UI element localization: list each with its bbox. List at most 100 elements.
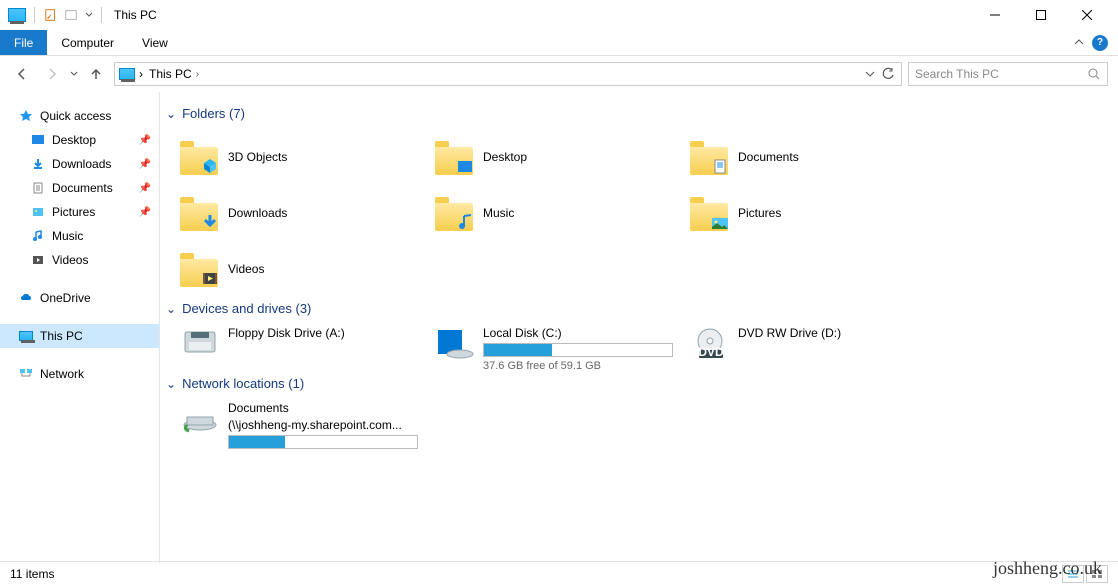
sidebar-item-label: Desktop: [52, 133, 96, 147]
drive-label: Floppy Disk Drive (A:): [228, 326, 345, 340]
up-button[interactable]: [84, 62, 108, 86]
network-location-documents[interactable]: Documents (\\joshheng-my.sharepoint.com.…: [166, 399, 421, 449]
folder-label: Desktop: [483, 150, 527, 164]
forward-button[interactable]: [40, 62, 64, 86]
maximize-button[interactable]: [1018, 0, 1064, 30]
sidebar-onedrive[interactable]: OneDrive: [0, 286, 159, 310]
folder-desktop[interactable]: Desktop: [421, 129, 676, 185]
sidebar-thispc[interactable]: This PC: [0, 324, 159, 348]
chevron-right-icon[interactable]: ›: [139, 67, 143, 81]
qat-dropdown-icon[interactable]: [85, 11, 93, 19]
folder-label: Music: [483, 206, 514, 220]
item-count-label: 11 items: [10, 567, 54, 581]
sidebar-item-label: Quick access: [40, 109, 111, 123]
drive-label: DVD RW Drive (D:): [738, 326, 841, 340]
sidebar-item-downloads[interactable]: Downloads 📌: [0, 152, 159, 176]
new-folder-icon[interactable]: [63, 7, 79, 23]
desktop-icon: [30, 132, 46, 148]
folder-icon: [435, 139, 475, 175]
drive-label: Local Disk (C:): [483, 326, 673, 340]
folder-icon: [180, 139, 220, 175]
documents-icon: [30, 180, 46, 196]
pc-icon: [119, 68, 135, 80]
address-bar[interactable]: › This PC›: [114, 62, 902, 86]
section-drives-header[interactable]: ⌄ Devices and drives (3): [166, 301, 1112, 316]
drive-free-label: 37.6 GB free of 59.1 GB: [483, 360, 673, 372]
drive-local-c[interactable]: Local Disk (C:) 37.6 GB free of 59.1 GB: [421, 324, 676, 372]
close-button[interactable]: [1064, 0, 1110, 30]
breadcrumb-thispc[interactable]: This PC›: [147, 67, 201, 81]
downloads-icon: [30, 156, 46, 172]
folder-icon: [690, 139, 730, 175]
sidebar-item-documents[interactable]: Documents 📌: [0, 176, 159, 200]
content-pane: ⌄ Folders (7) 3D Objects Desktop Documen…: [160, 92, 1118, 563]
help-icon[interactable]: ?: [1092, 35, 1108, 51]
pin-icon: 📌: [139, 135, 151, 146]
sidebar-quick-access[interactable]: Quick access: [0, 104, 159, 128]
tab-computer[interactable]: Computer: [47, 30, 128, 55]
sidebar-item-label: Downloads: [52, 157, 111, 171]
section-label: Devices and drives (3): [182, 301, 311, 316]
folder-3d-objects[interactable]: 3D Objects: [166, 129, 421, 185]
app-icon: [8, 8, 26, 22]
search-box[interactable]: [908, 62, 1108, 86]
drive-capacity-bar: [228, 435, 418, 449]
drive-floppy[interactable]: Floppy Disk Drive (A:): [166, 324, 421, 372]
section-folders-header[interactable]: ⌄ Folders (7): [166, 106, 1112, 121]
sidebar-network[interactable]: Network: [0, 362, 159, 386]
pictures-icon: [30, 204, 46, 220]
chevron-down-icon: ⌄: [166, 302, 176, 316]
cloud-icon: [18, 290, 34, 306]
folder-icon: [690, 195, 730, 231]
properties-icon[interactable]: [43, 7, 59, 23]
floppy-icon: [180, 326, 220, 362]
search-icon[interactable]: [1087, 67, 1101, 81]
pin-icon: 📌: [139, 183, 151, 194]
folder-documents[interactable]: Documents: [676, 129, 931, 185]
section-label: Folders (7): [182, 106, 245, 121]
music-icon: [30, 228, 46, 244]
folder-icon: [435, 195, 475, 231]
section-network-header[interactable]: ⌄ Network locations (1): [166, 376, 1112, 391]
chevron-down-icon: ⌄: [166, 107, 176, 121]
svg-text:DVD: DVD: [698, 345, 724, 359]
sidebar-item-desktop[interactable]: Desktop 📌: [0, 128, 159, 152]
search-input[interactable]: [915, 67, 1087, 81]
window-title: This PC: [114, 8, 157, 22]
sidebar-item-label: Documents: [52, 181, 113, 195]
folder-videos[interactable]: Videos: [166, 241, 421, 297]
back-button[interactable]: [10, 62, 34, 86]
history-dropdown-icon[interactable]: [70, 70, 78, 78]
sidebar-item-label: Pictures: [52, 205, 95, 219]
ribbon-collapse-icon[interactable]: [1074, 38, 1084, 48]
sidebar-item-label: OneDrive: [40, 291, 91, 305]
divider: [101, 7, 102, 23]
tab-file[interactable]: File: [0, 30, 47, 55]
refresh-icon[interactable]: [881, 67, 895, 81]
folder-downloads[interactable]: Downloads: [166, 185, 421, 241]
folder-pictures[interactable]: Pictures: [676, 185, 931, 241]
tab-view[interactable]: View: [128, 30, 182, 55]
minimize-button[interactable]: [972, 0, 1018, 30]
drive-dvd[interactable]: DVD DVD RW Drive (D:): [676, 324, 931, 372]
folder-label: Documents: [738, 150, 799, 164]
sidebar-item-pictures[interactable]: Pictures📌: [0, 200, 159, 224]
pc-icon: [18, 328, 34, 344]
folder-music[interactable]: Music: [421, 185, 676, 241]
chevron-down-icon: ⌄: [166, 377, 176, 391]
videos-icon: [30, 252, 46, 268]
folder-label: 3D Objects: [228, 150, 287, 164]
drive-path-label: (\\joshheng-my.sharepoint.com...: [228, 418, 418, 432]
pin-icon: 📌: [139, 159, 151, 170]
address-dropdown-icon[interactable]: [865, 69, 875, 79]
sidebar-item-label: Videos: [52, 253, 88, 267]
sidebar-item-videos[interactable]: Videos: [0, 248, 159, 272]
star-icon: [18, 108, 34, 124]
sidebar-item-label: Network: [40, 367, 84, 381]
sidebar-item-label: Music: [52, 229, 83, 243]
title-bar: This PC: [0, 0, 1118, 30]
sidebar-item-music[interactable]: Music: [0, 224, 159, 248]
folder-icon: [180, 195, 220, 231]
hdd-icon: [435, 326, 475, 362]
navigation-pane: Quick access Desktop 📌 Downloads 📌 Documen…: [0, 92, 160, 563]
